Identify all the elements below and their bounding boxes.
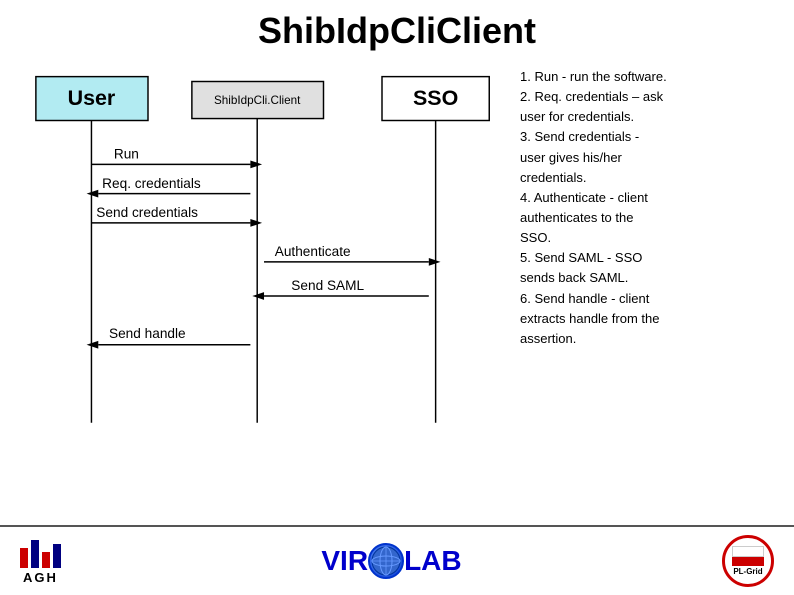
- diagram-and-text: User ShibIdpCli.Client SSO: [20, 62, 774, 520]
- description-area: 1. Run - run the software. 2. Req. crede…: [520, 62, 774, 520]
- agh-bars: [20, 538, 61, 568]
- virolab-vir-text: VIR: [321, 545, 368, 577]
- svg-text:User: User: [68, 86, 116, 110]
- virolab-globe-icon: [368, 543, 404, 579]
- diagram-area: User ShibIdpCli.Client SSO: [20, 62, 510, 520]
- svg-text:ShibIdpCli.Client: ShibIdpCli.Client: [214, 94, 301, 107]
- svg-text:SSO: SSO: [413, 86, 458, 110]
- agh-logo: AGH: [20, 538, 61, 585]
- plgrid-flag: [732, 546, 764, 566]
- virolab-lab-text: LAB: [404, 545, 462, 577]
- plgrid-logo: PL-Grid: [722, 535, 774, 587]
- plgrid-red-stripe: [732, 557, 764, 566]
- agh-text: AGH: [23, 570, 58, 585]
- agh-bar-3: [42, 552, 50, 568]
- agh-bar-4: [53, 544, 61, 568]
- footer: AGH VIR LAB PL: [0, 525, 794, 595]
- svg-text:Send credentials: Send credentials: [96, 205, 198, 220]
- svg-text:Send handle: Send handle: [109, 326, 186, 341]
- sequence-diagram: User ShibIdpCli.Client SSO: [20, 62, 510, 452]
- virolab-logo: VIR LAB: [321, 543, 461, 579]
- plgrid-inner: PL-Grid: [732, 546, 764, 576]
- svg-text:Run: Run: [114, 147, 139, 162]
- svg-text:Authenticate: Authenticate: [275, 244, 351, 259]
- main-container: ShibIdpCliClient User ShibIdpCli.Client: [0, 0, 794, 595]
- svg-text:Req. credentials: Req. credentials: [102, 176, 201, 191]
- svg-text:Send SAML: Send SAML: [291, 278, 364, 293]
- agh-bar-1: [20, 548, 28, 568]
- plgrid-text: PL-Grid: [733, 567, 762, 576]
- description-text: 1. Run - run the software. 2. Req. crede…: [520, 67, 774, 349]
- content-area: ShibIdpCliClient User ShibIdpCli.Client: [0, 0, 794, 525]
- agh-bar-2: [31, 540, 39, 568]
- page-title: ShibIdpCliClient: [20, 10, 774, 52]
- plgrid-white-stripe: [732, 546, 764, 557]
